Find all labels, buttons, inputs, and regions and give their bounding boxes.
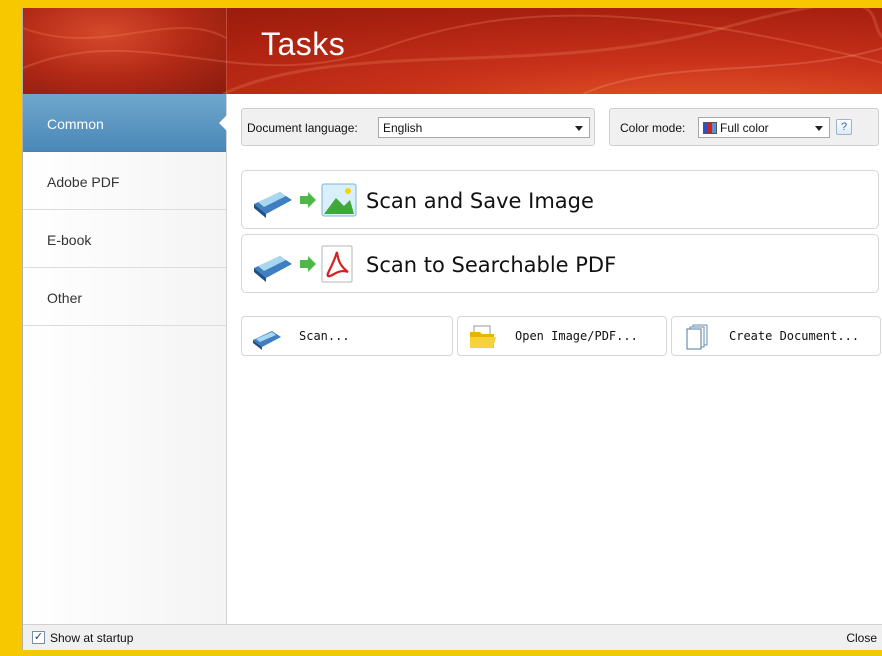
sidebar: Common Adobe PDF E-book Other	[23, 94, 227, 624]
language-value: English	[383, 121, 423, 135]
close-button[interactable]: Close	[846, 631, 877, 645]
document-icon	[686, 324, 708, 350]
open-image-pdf-button[interactable]: Open Image/PDF...	[457, 316, 667, 356]
open-folder-icon	[470, 325, 496, 348]
task-label: Scan to Searchable PDF	[366, 253, 617, 277]
language-label: Document language:	[247, 121, 358, 135]
scan-to-pdf-icon	[254, 245, 353, 283]
color-mode-select[interactable]: Full color	[698, 117, 830, 138]
language-select[interactable]: English	[378, 117, 590, 138]
language-option-box: Document language: English	[241, 108, 595, 146]
scanner-icon	[253, 331, 281, 350]
show-at-startup-label[interactable]: Show at startup	[50, 631, 133, 645]
header-decoration	[23, 8, 882, 94]
task-label: Scan and Save Image	[366, 189, 594, 213]
task-label: Create Document...	[729, 329, 860, 343]
page-title: Tasks	[261, 26, 346, 62]
main-panel: Document language: English Color mode: F…	[227, 94, 882, 624]
sidebar-item-ebook[interactable]: E-book	[23, 210, 226, 268]
footer: ✓ Show at startup Close	[23, 624, 882, 650]
chevron-down-icon	[815, 126, 823, 131]
color-swatch-icon	[703, 122, 717, 134]
help-button[interactable]: ?	[836, 119, 852, 135]
scan-button[interactable]: Scan...	[241, 316, 453, 356]
sidebar-item-other[interactable]: Other	[23, 268, 226, 326]
tasks-window: Tasks Common Adobe PDF E-book Other Docu…	[22, 8, 882, 650]
task-label: Scan...	[299, 329, 350, 343]
sidebar-item-adobe-pdf[interactable]: Adobe PDF	[23, 152, 226, 210]
task-label: Open Image/PDF...	[515, 329, 638, 343]
header: Tasks	[23, 8, 882, 94]
sidebar-item-common[interactable]: Common	[23, 94, 227, 152]
scan-to-searchable-pdf-task[interactable]: Scan to Searchable PDF	[241, 234, 879, 293]
create-document-button[interactable]: Create Document...	[671, 316, 881, 356]
color-option-box: Color mode: Full color ?	[609, 108, 879, 146]
show-at-startup-checkbox[interactable]: ✓	[32, 631, 45, 644]
color-mode-value: Full color	[720, 121, 769, 135]
scan-and-save-image-task[interactable]: Scan and Save Image	[241, 170, 879, 229]
color-label: Color mode:	[620, 121, 686, 135]
scan-to-image-icon	[254, 183, 357, 218]
chevron-down-icon	[575, 126, 583, 131]
